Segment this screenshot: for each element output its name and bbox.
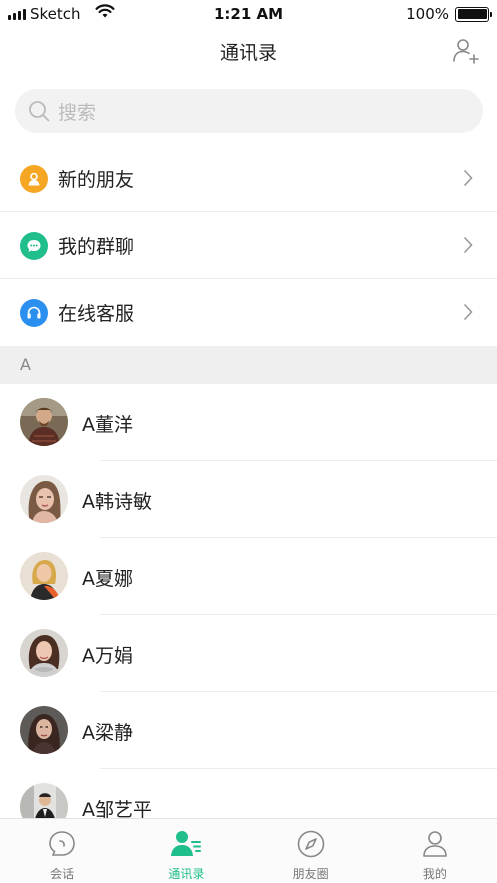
tab-conversations[interactable]: 会话 xyxy=(0,819,124,883)
search-icon xyxy=(29,101,50,122)
feature-label: 在线客服 xyxy=(58,303,135,325)
contact-name: A夏娜 xyxy=(82,568,133,590)
chat-bubble-icon xyxy=(49,831,75,856)
status-bar: Sketch 1:21 AM 100% xyxy=(0,0,497,28)
group-chat-icon xyxy=(20,232,48,260)
avatar xyxy=(20,552,68,600)
search-input[interactable]: 搜索 xyxy=(15,89,483,133)
avatar xyxy=(20,475,68,523)
contact-name: A韩诗敏 xyxy=(82,491,152,513)
feature-item-group-chats[interactable]: 我的群聊 xyxy=(0,212,497,279)
tab-moments[interactable]: 朋友圈 xyxy=(249,819,373,883)
tab-label: 我的 xyxy=(422,867,447,881)
feature-label: 新的朋友 xyxy=(58,168,135,191)
nav-bar: 通讯录 xyxy=(0,28,497,74)
contacts-icon xyxy=(171,831,202,856)
battery-percent: 100% xyxy=(406,5,449,23)
search-placeholder: 搜索 xyxy=(58,101,97,124)
chevron-right-icon xyxy=(463,169,473,187)
contact-name: A梁静 xyxy=(82,722,133,744)
avatar xyxy=(20,706,68,754)
tab-contacts[interactable]: 通讯录 xyxy=(124,819,248,883)
compass-icon xyxy=(297,830,324,858)
battery-icon xyxy=(455,6,492,22)
contact-row[interactable]: A梁静 xyxy=(0,692,497,769)
tab-label: 会话 xyxy=(50,867,75,881)
contact-name: A万娟 xyxy=(82,645,133,667)
tab-bar: 会话 通讯录 朋友圈 我的 xyxy=(0,818,497,883)
chevron-right-icon xyxy=(463,236,473,254)
new-friend-icon xyxy=(20,165,48,193)
tab-profile[interactable]: 我的 xyxy=(373,819,497,883)
tab-label: 通讯录 xyxy=(168,867,205,881)
contact-row[interactable]: A夏娜 xyxy=(0,538,497,615)
feature-item-customer-service[interactable]: 在线客服 xyxy=(0,279,497,346)
profile-icon xyxy=(423,831,447,857)
contact-list: A董洋 A韩诗敏 A夏娜 A万娟 A梁静 A邹艺平 xyxy=(0,384,497,846)
section-header: A xyxy=(0,346,497,384)
chevron-right-icon xyxy=(463,303,473,321)
section-letter: A xyxy=(20,355,31,374)
contact-row[interactable]: A万娟 xyxy=(0,615,497,692)
feature-list: 新的朋友 我的群聊 在线客服 xyxy=(0,145,497,346)
add-contact-icon[interactable] xyxy=(451,36,479,64)
headset-icon xyxy=(20,299,48,327)
status-right: 100% xyxy=(406,5,492,23)
avatar xyxy=(20,398,68,446)
tab-label: 朋友圈 xyxy=(292,867,329,881)
feature-item-new-friends[interactable]: 新的朋友 xyxy=(0,145,497,212)
contact-row[interactable]: A董洋 xyxy=(0,384,497,461)
avatar xyxy=(20,629,68,677)
feature-label: 我的群聊 xyxy=(58,235,135,258)
contact-name: A董洋 xyxy=(82,414,133,436)
contact-row[interactable]: A韩诗敏 xyxy=(0,461,497,538)
page-title: 通讯录 xyxy=(219,42,277,64)
